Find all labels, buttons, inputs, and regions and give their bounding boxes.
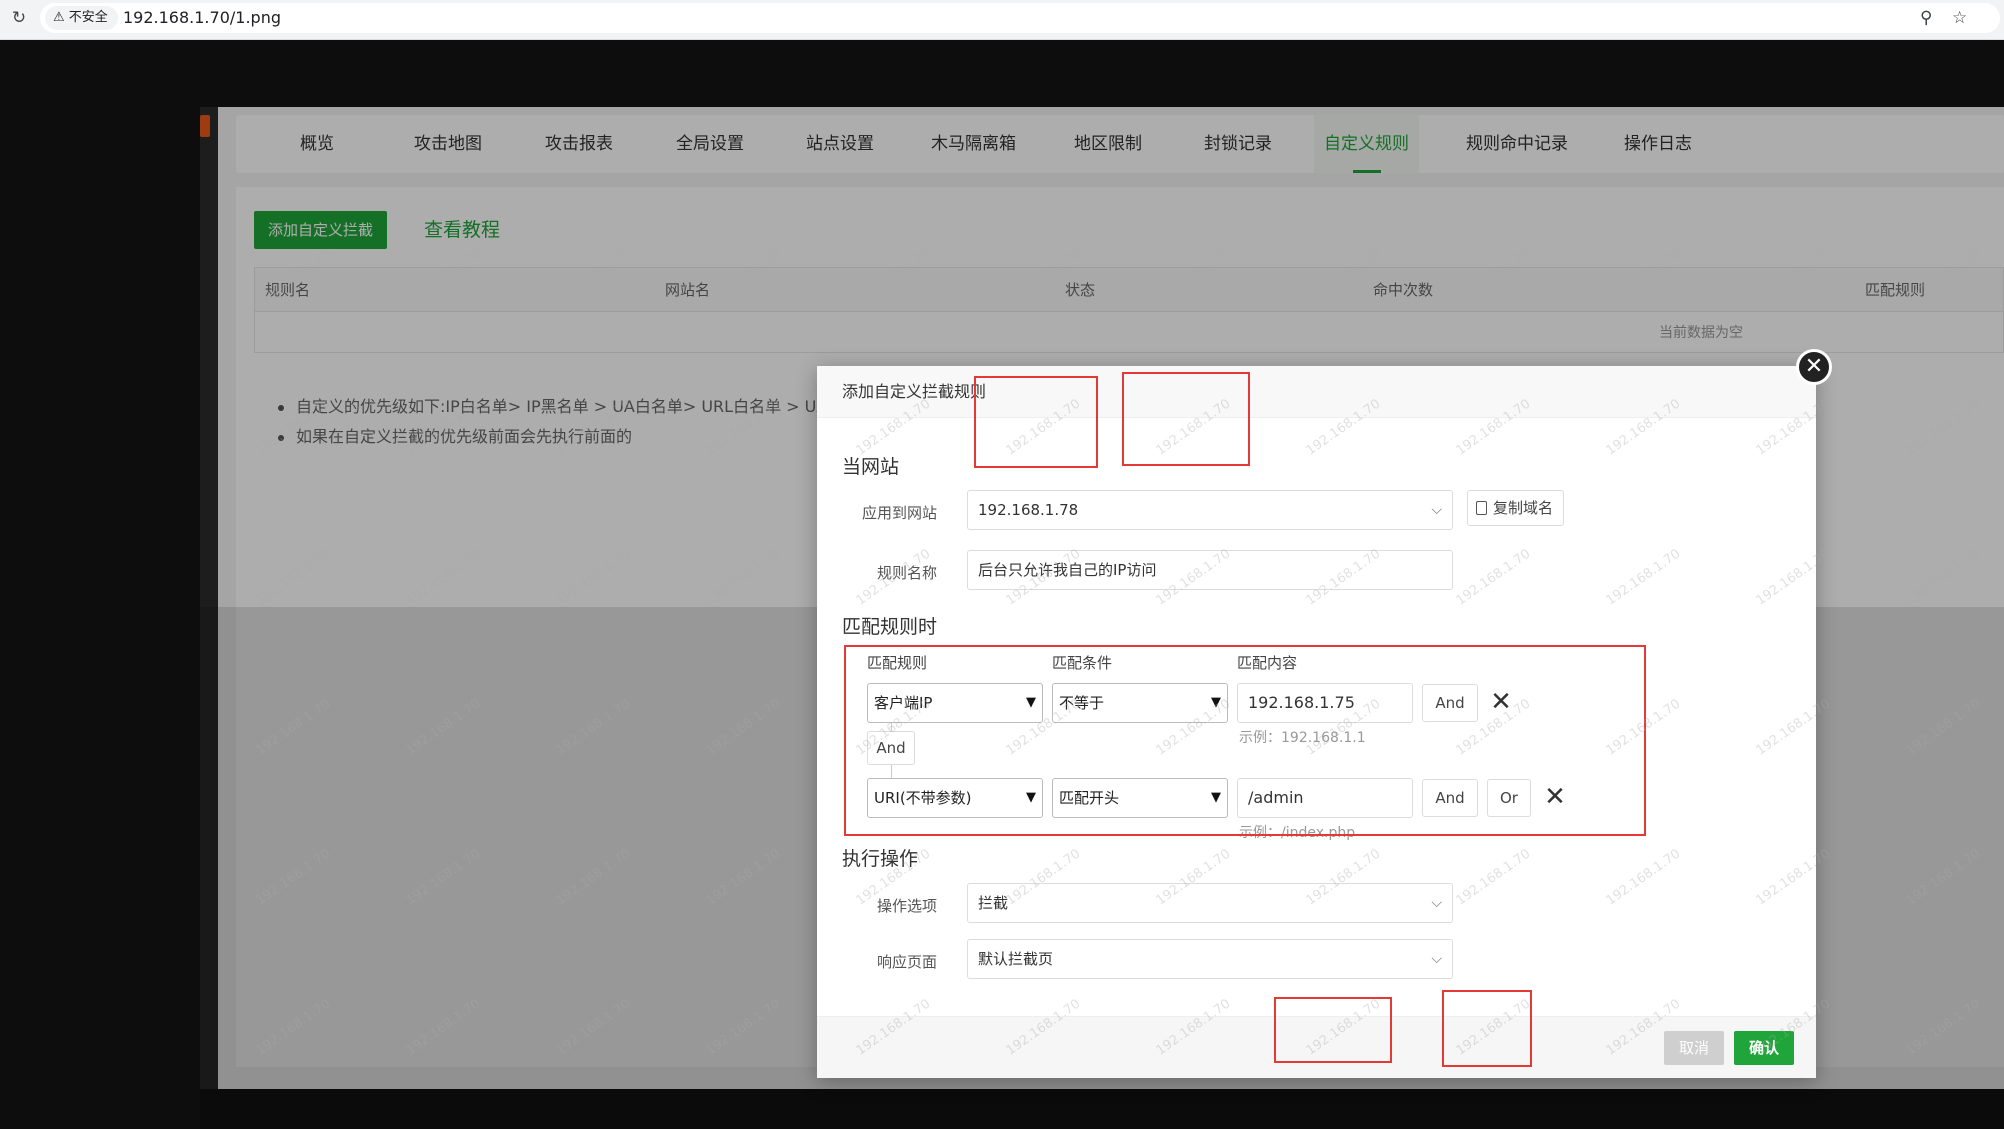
copy-domain-label: 复制域名 bbox=[1493, 499, 1554, 517]
dialog-title: 添加自定义拦截规则 bbox=[842, 382, 987, 401]
reload-icon[interactable]: ↻ bbox=[8, 7, 30, 29]
copy-domain-button[interactable]: 复制域名 bbox=[1467, 490, 1565, 526]
apply-site-value: 192.168.1.78 bbox=[978, 501, 1079, 519]
rule-name-label: 规则名称 bbox=[876, 564, 937, 582]
action-option-label: 操作选项 bbox=[876, 897, 937, 915]
zoom-icon[interactable]: ⚲ bbox=[1920, 8, 1932, 28]
annotation-box bbox=[1122, 372, 1250, 466]
response-page-select[interactable]: 默认拦截页 ⌵ bbox=[967, 939, 1453, 979]
copy-icon bbox=[1476, 501, 1487, 515]
apply-site-label: 应用到网站 bbox=[861, 504, 937, 522]
section-action: 执行操作 bbox=[842, 848, 919, 870]
dialog-header: 添加自定义拦截规则 bbox=[817, 366, 1816, 418]
confirm-button[interactable]: 确认 bbox=[1734, 1031, 1794, 1065]
response-page-value: 默认拦截页 bbox=[978, 950, 1054, 968]
annotation-box bbox=[1274, 997, 1392, 1063]
url-text[interactable]: 192.168.1.70/1.png bbox=[123, 3, 281, 33]
response-page-label: 响应页面 bbox=[876, 953, 937, 971]
rule-name-input[interactable]: 后台只允许我自己的IP访问 bbox=[967, 550, 1453, 590]
annotation-box bbox=[1442, 990, 1532, 1067]
section-site: 当网站 bbox=[842, 456, 900, 478]
cancel-button[interactable]: 取消 bbox=[1664, 1031, 1724, 1065]
browser-toolbar: ↻ ⚠ 不安全 192.168.1.70/1.png ⚲ ☆ bbox=[0, 0, 2004, 40]
action-option-value: 拦截 bbox=[978, 894, 1009, 912]
star-icon[interactable]: ☆ bbox=[1952, 8, 1967, 28]
close-icon[interactable]: ✕ bbox=[1796, 349, 1832, 385]
action-option-select[interactable]: 拦截 ⌵ bbox=[967, 883, 1453, 923]
insecure-label: 不安全 bbox=[68, 10, 108, 25]
annotation-box bbox=[844, 645, 1646, 836]
apply-site-select[interactable]: 192.168.1.78 ⌵ bbox=[967, 490, 1453, 530]
security-indicator[interactable]: ⚠ 不安全 bbox=[45, 6, 118, 30]
chevron-down-icon: ⌵ bbox=[1431, 895, 1442, 911]
section-match: 匹配规则时 bbox=[842, 616, 938, 638]
address-bar[interactable]: ⚠ 不安全 192.168.1.70/1.png ⚲ ☆ bbox=[40, 3, 2000, 33]
chevron-down-icon: ⌵ bbox=[1431, 502, 1442, 518]
chevron-down-icon: ⌵ bbox=[1431, 951, 1442, 967]
annotation-box bbox=[974, 376, 1098, 468]
